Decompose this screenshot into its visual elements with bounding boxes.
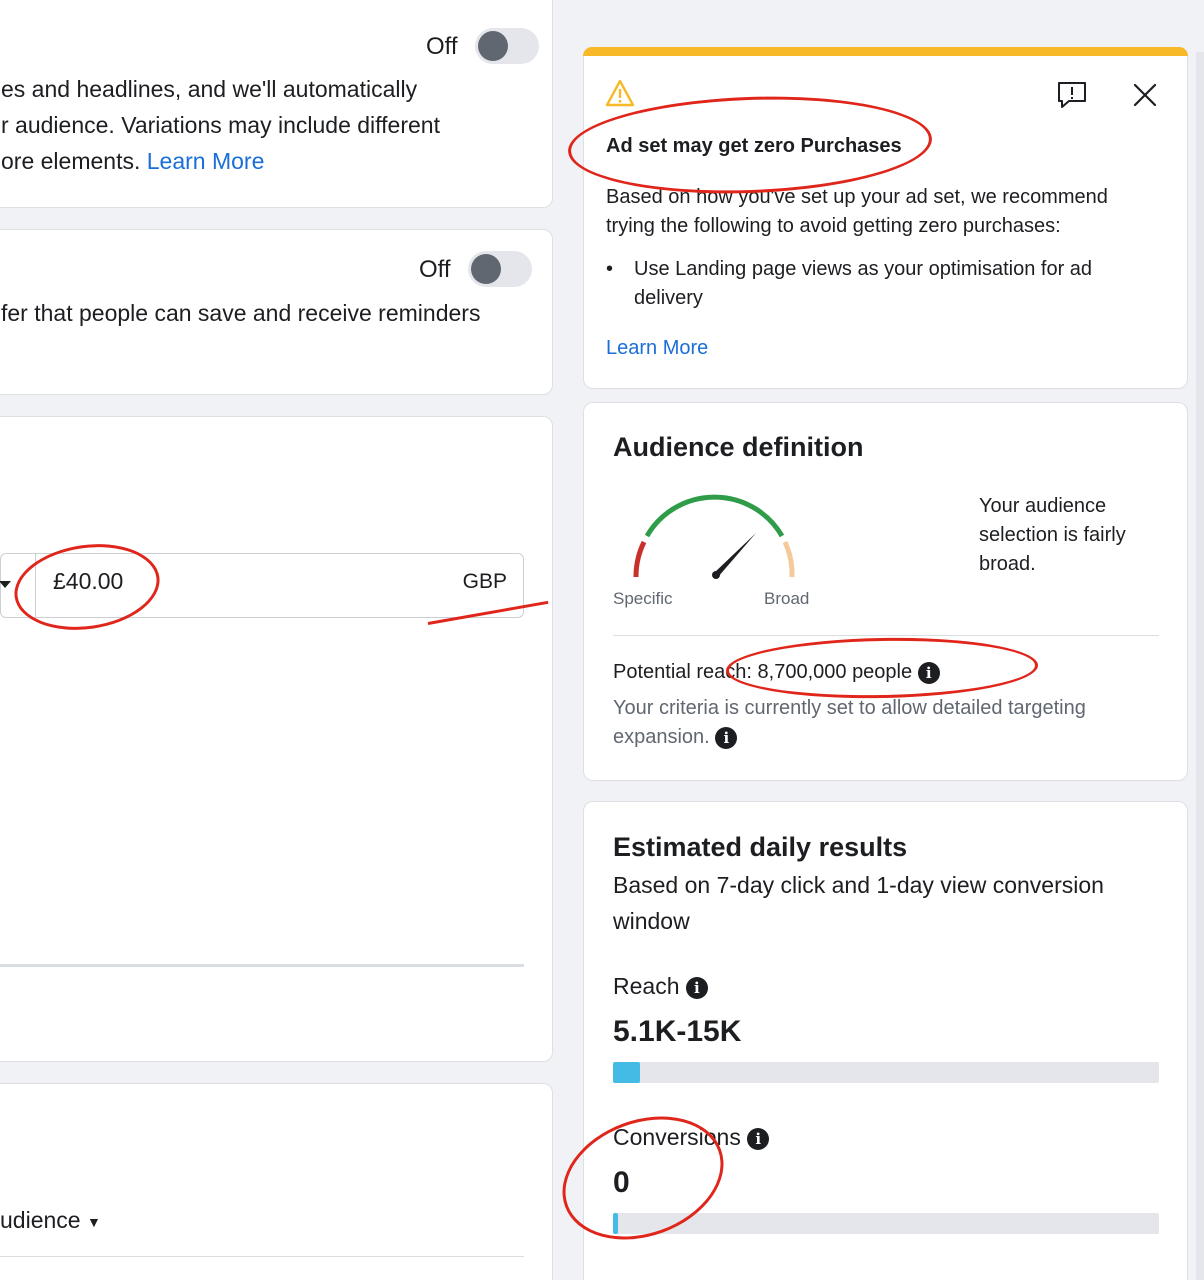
budget-currency: GBP (462, 570, 507, 593)
audience-dropdown[interactable]: udience ▼ (0, 1202, 101, 1240)
gauge-specific-label: Specific (613, 589, 673, 608)
alert-bullet-marker: • (606, 258, 614, 280)
alert-bullet-line2: delivery (634, 287, 703, 309)
reach-label: Reach i (613, 973, 708, 1000)
alert-bullet-line1: Use Landing page views as your optimisat… (634, 258, 1093, 280)
close-icon[interactable] (1133, 83, 1157, 107)
audience-description-line3: broad. (979, 553, 1036, 575)
alert-warning-stripe (583, 47, 1188, 56)
audience-dropdown-label: udience (0, 1207, 81, 1233)
audience-description-line2: selection is fairly (979, 524, 1126, 546)
dynamic-creative-text-line3-body: ore elements. (1, 148, 141, 174)
gauge-broad-label: Broad (764, 589, 810, 608)
dynamic-creative-toggle-label: Off (426, 33, 458, 60)
criteria-line1: Your criteria is currently set to allow … (613, 697, 1086, 719)
dynamic-creative-card: Off es and headlines, and we'll automati… (0, 0, 553, 208)
audience-definition-divider (613, 635, 1159, 636)
criteria-line2: expansion. i (613, 726, 738, 749)
estimated-results-subtitle-line2: window (613, 908, 690, 934)
alert-body-line2: trying the following to avoid getting ze… (606, 215, 1061, 237)
dynamic-creative-learn-more-link[interactable]: Learn More (147, 148, 265, 174)
dynamic-creative-text-line1: es and headlines, and we'll automaticall… (1, 76, 418, 102)
offer-card: Off fer that people can save and receive… (0, 229, 553, 395)
toggle-knob (478, 31, 508, 61)
audience-card (0, 1083, 553, 1280)
dynamic-creative-text-line3: ore elements. Learn More (1, 143, 264, 179)
reach-value: 5.1K-15K (613, 1015, 742, 1048)
reach-bar (613, 1062, 1159, 1083)
sidebar-scrollbar[interactable] (1196, 52, 1204, 1280)
audience-definition-title: Audience definition (613, 432, 864, 462)
offer-toggle-label: Off (419, 256, 451, 283)
budget-type-dropdown-caret-icon[interactable] (0, 581, 11, 588)
chevron-down-icon: ▼ (86, 1213, 101, 1230)
feedback-icon[interactable] (1057, 81, 1087, 109)
offer-toggle[interactable] (468, 251, 532, 287)
page: Off es and headlines, and we'll automati… (0, 0, 1204, 1280)
criteria-line2-text: expansion. (613, 726, 710, 748)
tab-bar-filler (552, 0, 1204, 26)
info-icon[interactable]: i (715, 726, 738, 749)
alert-learn-more-link[interactable]: Learn More (606, 337, 708, 360)
zero-purchases-alert: Ad set may get zero Purchases Based on h… (583, 47, 1188, 389)
reach-bar-fill (613, 1062, 641, 1083)
conversions-bar (613, 1213, 1159, 1234)
audience-breadth-gauge (633, 494, 795, 579)
budget-section-divider (0, 964, 524, 967)
offer-text-line1: fer that people can save and receive rem… (1, 300, 481, 326)
dynamic-creative-text-line2: r audience. Variations may include diffe… (1, 112, 440, 138)
toggle-knob (471, 254, 501, 284)
reach-label-text: Reach (613, 973, 680, 999)
dynamic-creative-toggle[interactable] (475, 28, 539, 64)
estimated-results-subtitle-line1: Based on 7-day click and 1-day view conv… (613, 872, 1104, 898)
estimated-results-title: Estimated daily results (613, 832, 908, 862)
audience-description-line1: Your audience (979, 495, 1107, 517)
audience-definition-card: Audience definition Specific Broad Your … (583, 402, 1188, 781)
info-icon[interactable]: i (685, 976, 708, 999)
info-icon[interactable]: i (747, 1127, 770, 1150)
audience-divider (0, 1256, 524, 1257)
warning-icon (605, 79, 635, 107)
